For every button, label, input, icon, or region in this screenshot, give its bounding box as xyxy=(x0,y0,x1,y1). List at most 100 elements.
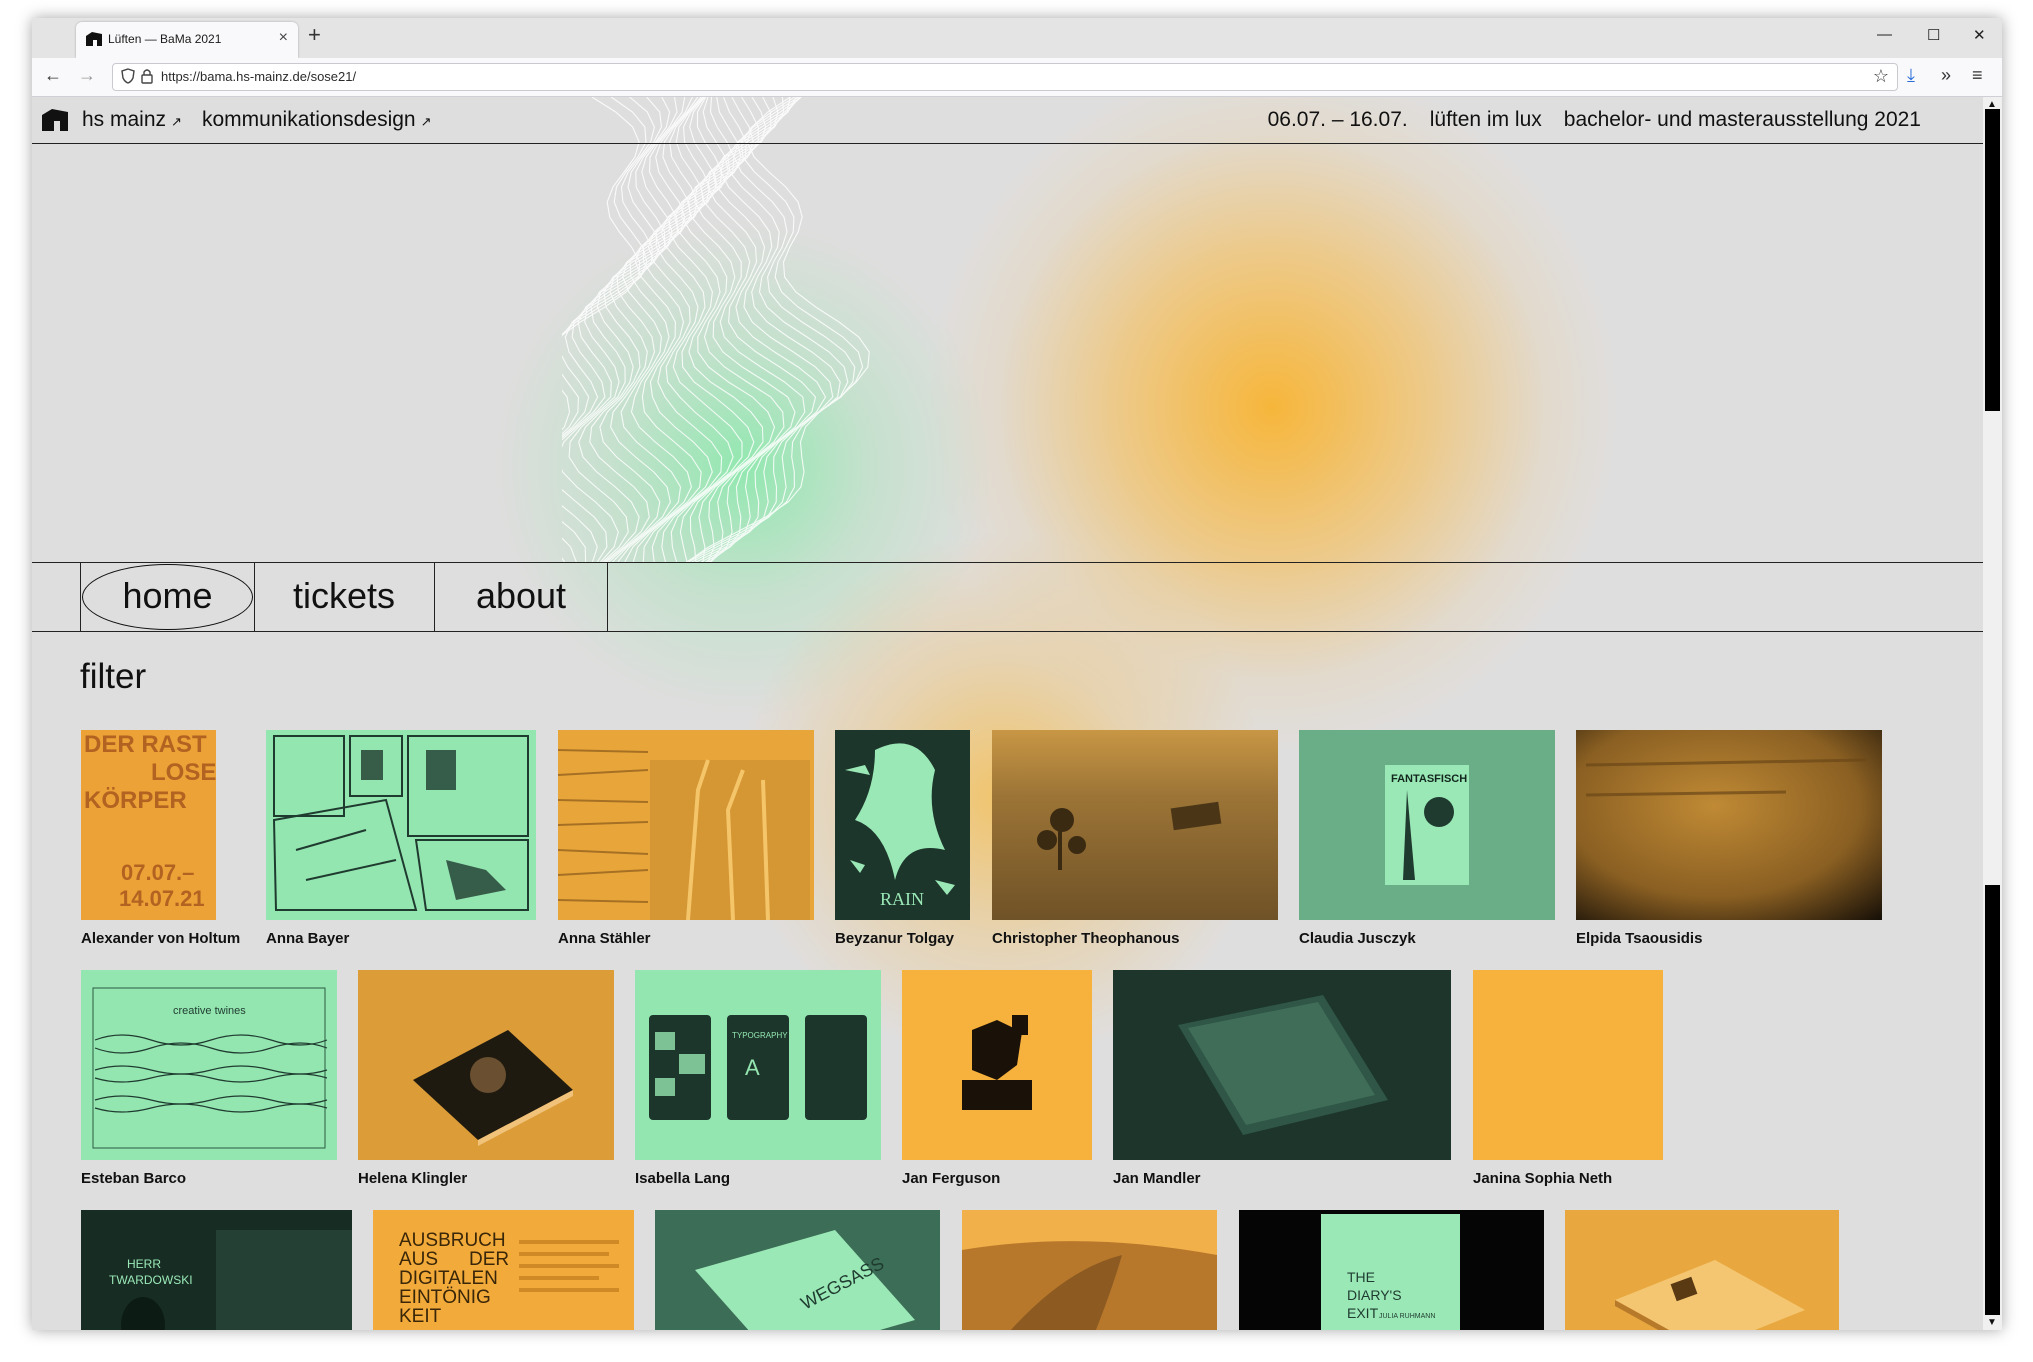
creative-twines-artwork: creative twines xyxy=(81,970,337,1160)
site-header: hs mainz ↗ kommunikationsdesign ↗ 06.07. –… xyxy=(32,97,1983,144)
downloads-icon[interactable]: ⤓ xyxy=(1907,65,1915,86)
event-name: lüften im lux xyxy=(1429,108,1542,131)
nav-about[interactable]: about xyxy=(435,563,608,631)
page-content: hs mainz ↗ kommunikationsdesign ↗ 06.07. –… xyxy=(32,97,1983,1330)
poster-text-5: 14.07.21 xyxy=(119,886,205,911)
event-dates: 06.07. – 16.07. xyxy=(1267,108,1408,131)
project-thumbnail[interactable]: TYPOGRAPHY A xyxy=(635,970,881,1160)
project-thumbnail[interactable]: AUSBRUCH AUS DER DIGITALEN EINTÖNIG KEIT xyxy=(373,1210,634,1330)
project-thumbnail[interactable] xyxy=(1473,970,1663,1160)
project-thumbnail[interactable]: THE DIARY'S EXIT JULIA RUHMANN xyxy=(1239,1210,1544,1330)
hs-mainz-link[interactable]: hs mainz ↗ xyxy=(82,108,182,132)
project-thumbnail[interactable]: FANTASFISCH xyxy=(1299,730,1555,920)
scrollbar-track-lower[interactable] xyxy=(1985,885,2000,1315)
nav-home[interactable]: home xyxy=(80,563,255,631)
new-tab-button[interactable]: + xyxy=(308,22,321,48)
book-artwork xyxy=(558,730,814,920)
project-artist-name[interactable]: Alexander von Holtum xyxy=(81,930,240,947)
overflow-menu-icon[interactable]: » xyxy=(1941,65,1951,86)
tracking-protection-shield-icon[interactable] xyxy=(121,68,135,89)
abstract-figure-artwork xyxy=(902,970,1092,1160)
minimize-window-button[interactable]: — xyxy=(1877,26,1892,43)
external-link-arrow-icon: ↗ xyxy=(420,114,432,129)
ausbruch-poster-artwork: AUSBRUCH AUS DER DIGITALEN EINTÖNIG KEIT xyxy=(373,1210,634,1330)
close-tab-icon[interactable]: × xyxy=(279,29,288,47)
project-thumbnail[interactable] xyxy=(358,970,614,1160)
poster-text-4: 07.07.– xyxy=(121,860,194,885)
wegsass-book-photo: WEGSASS xyxy=(655,1210,940,1330)
hs-mainz-label: hs mainz xyxy=(82,108,167,131)
project-thumbnail[interactable] xyxy=(558,730,814,920)
wave-line xyxy=(562,97,678,562)
wave-lines-decoration xyxy=(562,97,870,562)
landscape-photo xyxy=(992,730,1278,920)
project-artist-name[interactable]: Isabella Lang xyxy=(635,1170,730,1187)
wave-line xyxy=(562,97,641,562)
project-thumbnail[interactable] xyxy=(992,730,1278,920)
project-artist-name[interactable]: Anna Bayer xyxy=(266,930,349,947)
fantasfisch-artwork: FANTASFISCH xyxy=(1299,730,1555,920)
back-button[interactable]: ← xyxy=(44,65,62,86)
active-nav-ring xyxy=(82,564,253,630)
hs-mainz-logo-icon[interactable] xyxy=(42,109,68,137)
ausbruch-line-5: EINTÖNIG xyxy=(399,1287,491,1308)
poster-text-2: LOSE xyxy=(151,759,216,786)
project-artist-name[interactable]: Jan Ferguson xyxy=(902,1170,1000,1187)
forward-button[interactable]: → xyxy=(78,65,96,86)
project-thumbnail[interactable]: RAIN xyxy=(835,730,970,920)
lock-icon[interactable] xyxy=(141,68,153,89)
bookmark-star-icon[interactable]: ☆ xyxy=(1873,66,1889,87)
project-artist-name[interactable]: Beyzanur Tolgay xyxy=(835,930,954,947)
wave-line xyxy=(562,97,648,562)
url-text[interactable]: https://bama.hs-mainz.de/sose21/ xyxy=(161,69,356,84)
project-thumbnail[interactable] xyxy=(1113,970,1451,1160)
project-thumbnail[interactable]: HERR TWARDOWSKI xyxy=(81,1210,352,1330)
project-thumbnail[interactable] xyxy=(962,1210,1217,1330)
close-window-button[interactable]: ✕ xyxy=(1973,26,1986,44)
herr-twardowski-artwork: HERR TWARDOWSKI xyxy=(81,1210,352,1330)
navigation-toolbar: ← → https://bama.hs-mainz.de/sose21/ ☆ ⤓… xyxy=(32,58,2002,97)
scrollbar-track-upper[interactable] xyxy=(1985,109,2000,411)
tab-strip: Lüften — BaMa 2021 × + — ☐ ✕ xyxy=(32,18,2002,58)
vertical-scrollbar[interactable]: ▲ ▼ xyxy=(1983,97,2002,1330)
project-thumbnail[interactable]: creative twines xyxy=(81,970,337,1160)
nav-about-label: about xyxy=(475,575,567,616)
project-artist-name[interactable]: Jan Mandler xyxy=(1113,1170,1201,1187)
project-artist-name[interactable]: Christopher Theophanous xyxy=(992,930,1180,947)
site-favicon-icon xyxy=(86,32,102,51)
project-artist-name[interactable]: Janina Sophia Neth xyxy=(1473,1170,1612,1187)
book-photo xyxy=(358,970,614,1160)
browser-tab[interactable]: Lüften — BaMa 2021 × xyxy=(76,22,298,58)
project-thumbnail[interactable] xyxy=(266,730,536,920)
project-thumbnail[interactable] xyxy=(902,970,1092,1160)
address-bar[interactable]: https://bama.hs-mainz.de/sose21/ ☆ xyxy=(112,63,1898,91)
poster-text-3: KÖRPER xyxy=(84,787,187,814)
diary-line-2: DIARY'S xyxy=(1347,1287,1402,1303)
maximize-window-button[interactable]: ☐ xyxy=(1927,26,1940,44)
wave-line xyxy=(562,97,655,562)
diary-book-cover: THE DIARY'S EXIT JULIA RUHMANN xyxy=(1239,1210,1544,1330)
project-thumbnail[interactable] xyxy=(1565,1210,1839,1330)
wave-line xyxy=(705,97,827,562)
project-thumbnail[interactable]: DER RAST LOSE KÖRPER 07.07.– 14.07.21 xyxy=(81,730,216,920)
project-artist-name[interactable]: Esteban Barco xyxy=(81,1170,186,1187)
wall-text-photo xyxy=(1576,730,1882,920)
project-thumbnail[interactable]: WEGSASS xyxy=(655,1210,940,1330)
ausbruch-line-4: DIGITALEN xyxy=(399,1268,498,1289)
scroll-down-arrow-icon[interactable]: ▼ xyxy=(1987,1317,1997,1328)
ausbruch-line-1: AUSBRUCH xyxy=(399,1230,506,1251)
app-menu-icon[interactable]: ≡ xyxy=(1972,65,1983,86)
nav-tickets[interactable]: tickets xyxy=(254,563,435,631)
project-artist-name[interactable]: Claudia Jusczyk xyxy=(1299,930,1416,947)
filter-heading[interactable]: filter xyxy=(80,657,146,697)
ausbruch-line-6: KEIT xyxy=(399,1306,442,1327)
kommunikationsdesign-link[interactable]: kommunikationsdesign ↗ xyxy=(202,108,432,132)
project-artist-name[interactable]: Elpida Tsaousidis xyxy=(1576,930,1702,947)
wave-line xyxy=(562,97,671,562)
kommunikationsdesign-label: kommunikationsdesign xyxy=(202,108,416,131)
project-thumbnail[interactable] xyxy=(1576,730,1882,920)
browser-window: Lüften — BaMa 2021 × + — ☐ ✕ ← → https:/… xyxy=(32,18,2002,1330)
project-artist-name[interactable]: Helena Klingler xyxy=(358,1170,467,1187)
main-navigation: home tickets about xyxy=(32,562,1983,632)
project-artist-name[interactable]: Anna Stähler xyxy=(558,930,651,947)
